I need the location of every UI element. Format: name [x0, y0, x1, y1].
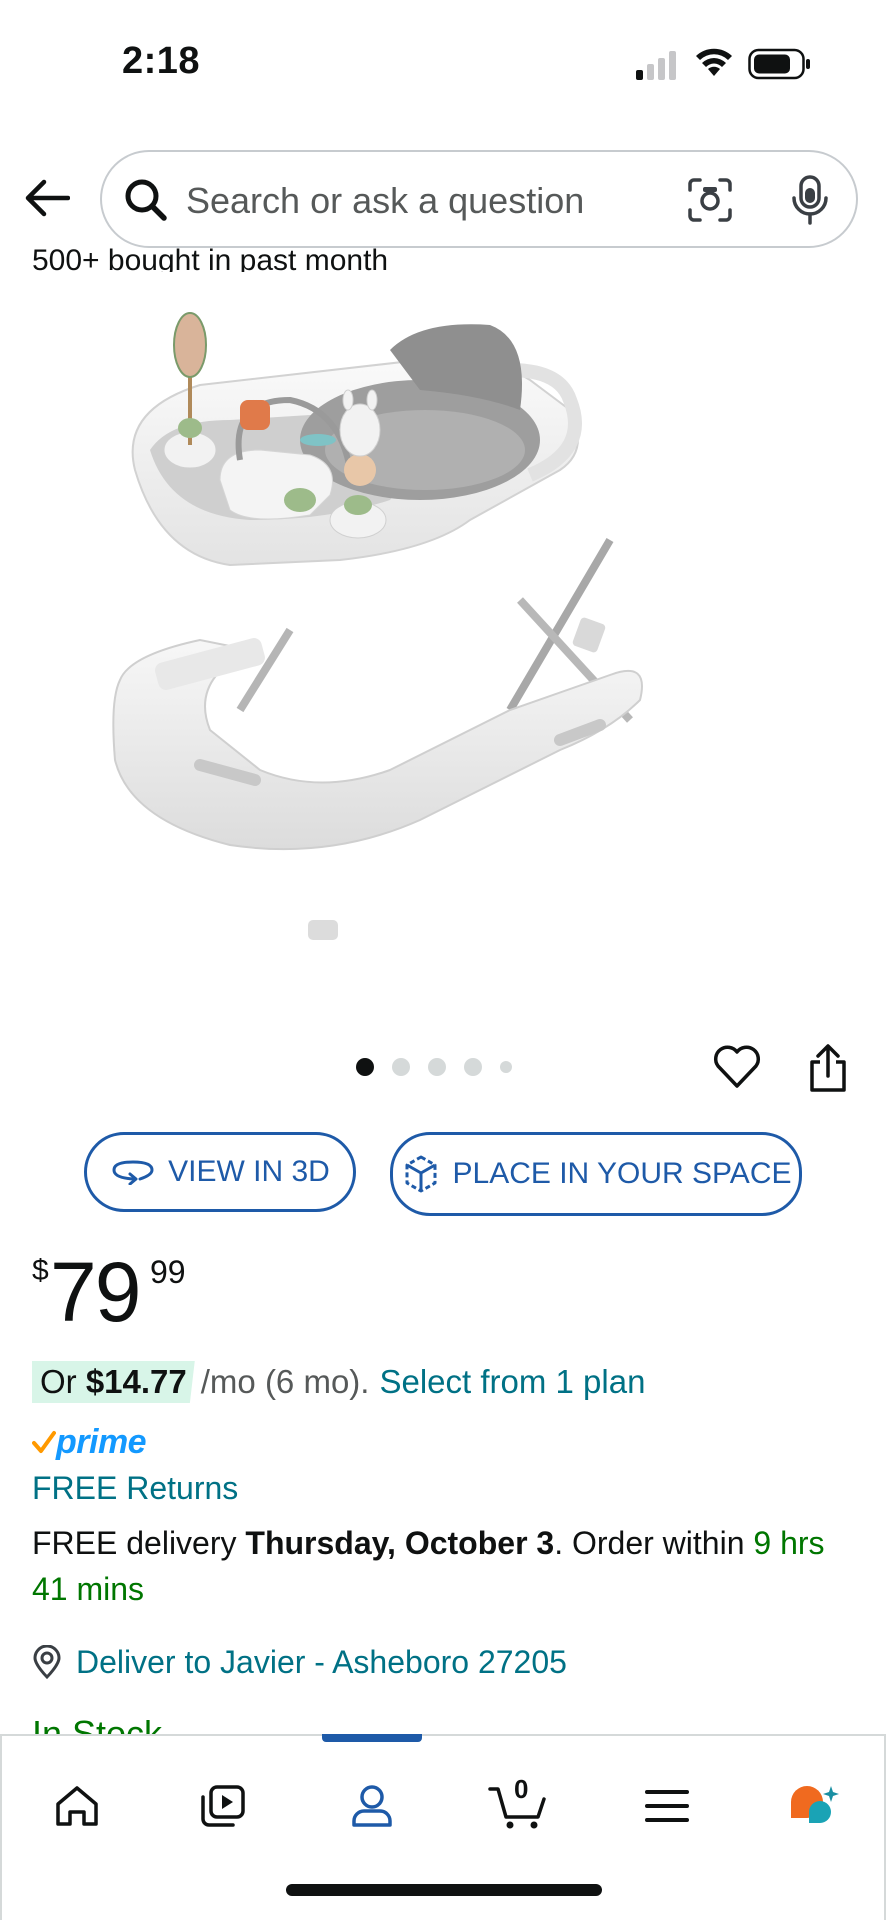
image-carousel-dots: [356, 1058, 512, 1076]
search-placeholder: Search or ask a question: [186, 180, 585, 221]
place-in-your-space-button[interactable]: PLACE IN YOUR SPACE: [390, 1132, 802, 1216]
price-fraction: 99: [150, 1254, 186, 1290]
delivery-date: Thursday, October 3: [245, 1525, 555, 1561]
stock-status: In Stock: [32, 1704, 332, 1736]
status-bar: 2:18: [0, 0, 886, 130]
rotate-3d-icon: [112, 1160, 154, 1185]
product-image[interactable]: [90, 300, 790, 980]
account-icon: [352, 1785, 392, 1827]
installment-highlight: Or $14.77: [32, 1361, 195, 1403]
tab-rufus-assistant[interactable]: [768, 1766, 858, 1846]
stock-label: In Stock: [32, 1713, 163, 1736]
view-in-3d-button[interactable]: VIEW IN 3D: [84, 1132, 356, 1212]
delivery-middle: . Order within: [554, 1525, 754, 1561]
carousel-dot[interactable]: [392, 1058, 410, 1076]
wifi-icon: [696, 48, 732, 76]
carousel-dot[interactable]: [464, 1058, 482, 1076]
tab-video[interactable]: [178, 1766, 268, 1846]
menu-icon: [645, 1790, 689, 1822]
header: Search or ask a question: [0, 148, 886, 248]
price-currency: $: [32, 1254, 49, 1287]
tab-home[interactable]: [32, 1766, 122, 1846]
home-indicator: [286, 1884, 602, 1896]
free-returns-link[interactable]: FREE Returns: [32, 1470, 238, 1507]
deliver-to-label: Deliver to Javier - Asheboro 27205: [76, 1643, 567, 1680]
tab-cart[interactable]: 0: [474, 1766, 564, 1846]
active-tab-indicator: [322, 1734, 422, 1742]
view-in-3d-label: VIEW IN 3D: [168, 1155, 330, 1188]
carousel-dot[interactable]: [500, 1061, 512, 1073]
deliver-to-link[interactable]: Deliver to Javier - Asheboro 27205: [32, 1640, 567, 1684]
video-icon: [201, 1785, 245, 1827]
delivery-prefix: FREE delivery: [32, 1525, 246, 1561]
bought-in-past-month: 500+ bought in past month: [32, 244, 389, 272]
installment-offer: Or $14.77 /mo (6 mo). Select from 1 plan: [32, 1358, 645, 1406]
installment-prefix: Or: [40, 1363, 86, 1400]
location-pin-icon: [33, 1645, 61, 1679]
share-icon[interactable]: [806, 1044, 850, 1094]
camera-lens-icon[interactable]: [686, 176, 734, 224]
ai-assistant-icon: [791, 1786, 839, 1823]
carousel-dot[interactable]: [356, 1058, 374, 1076]
place-in-your-space-label: PLACE IN YOUR SPACE: [452, 1157, 792, 1190]
heart-icon[interactable]: [712, 1044, 762, 1090]
tab-menu[interactable]: [622, 1766, 712, 1846]
home-icon: [56, 1786, 98, 1826]
search-input[interactable]: Search or ask a question: [100, 150, 858, 248]
cellular-signal-icon: [636, 51, 676, 80]
delivery-info: FREE delivery Thursday, October 3. Order…: [32, 1520, 832, 1612]
tab-account[interactable]: [327, 1766, 417, 1846]
installment-term: /mo (6 mo).: [200, 1363, 370, 1400]
price-whole: 79: [50, 1245, 141, 1339]
select-plan-link[interactable]: Select from 1 plan: [379, 1363, 645, 1401]
carousel-dot[interactable]: [428, 1058, 446, 1076]
microphone-icon[interactable]: [788, 174, 832, 226]
cart-count: 0: [514, 1774, 529, 1804]
prime-check-icon: [32, 1431, 56, 1453]
installment-amount: $14.77: [85, 1363, 187, 1400]
prime-badge: prime: [32, 1422, 147, 1462]
back-button[interactable]: [22, 174, 72, 222]
back-arrow-icon: [25, 179, 70, 217]
ar-cube-icon: [405, 1155, 436, 1193]
prime-label: prime: [56, 1422, 147, 1461]
search-icon: [125, 179, 167, 221]
status-time: 2:18: [122, 40, 201, 82]
battery-icon: [748, 48, 810, 80]
